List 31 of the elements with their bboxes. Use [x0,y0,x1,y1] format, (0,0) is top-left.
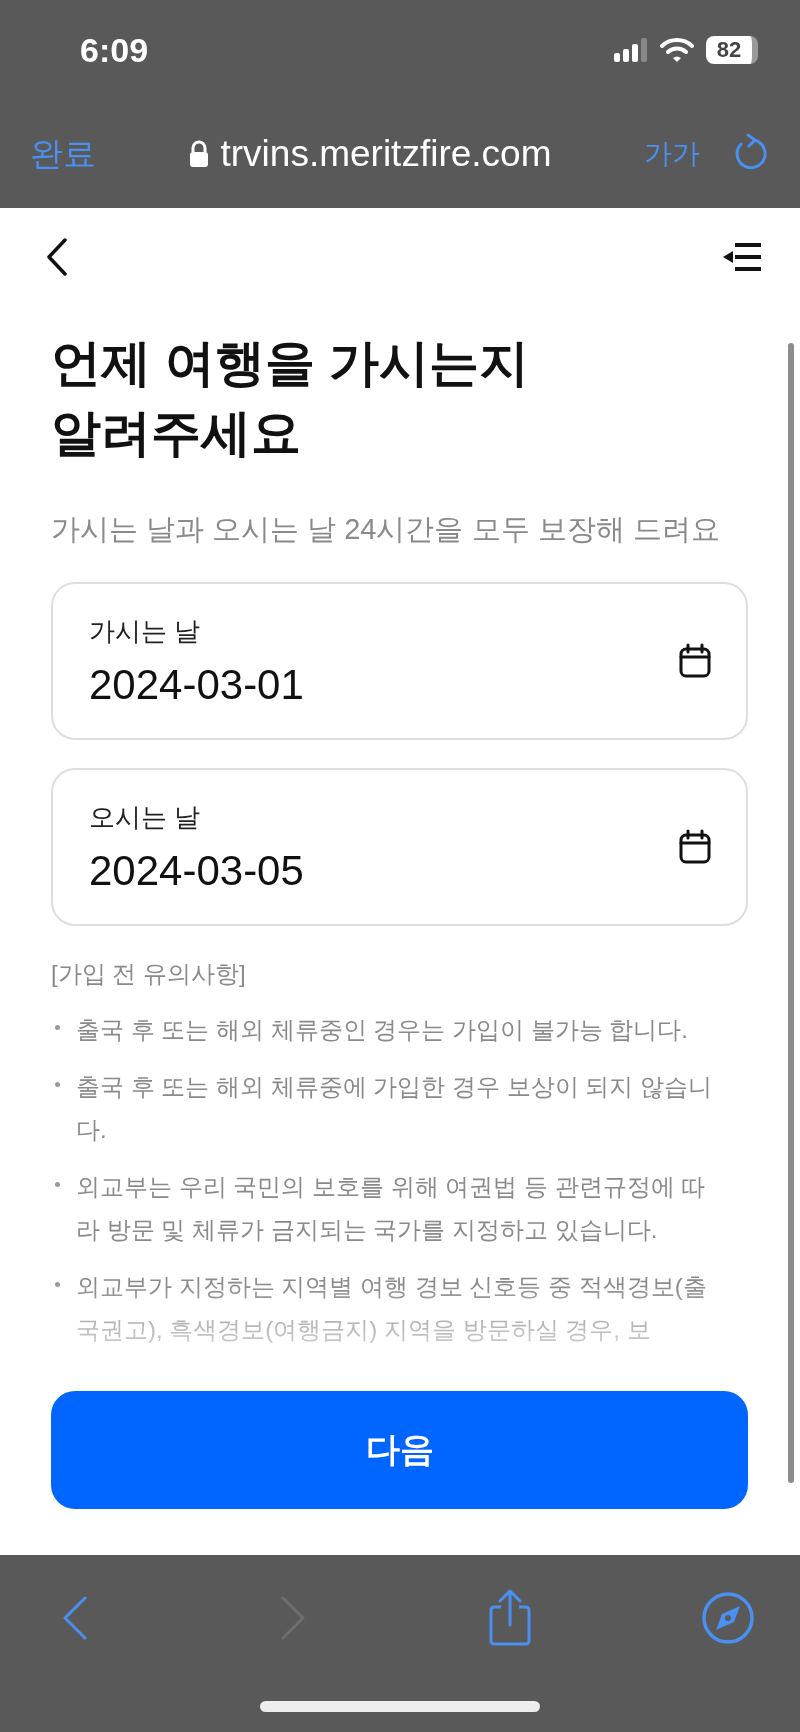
field-value: 2024-03-01 [89,660,304,709]
share-icon[interactable] [487,1589,534,1647]
menu-icon[interactable] [723,243,763,271]
note-text: 외교부는 우리 국민의 보호를 위해 여권법 등 관련규정에 따라 방문 및 체류가 금지되는 국가를 지정하고 있습니다. [76,1172,707,1245]
date-field[interactable]: 가시는 날 2024-03-01 [51,582,748,740]
bullet-icon [55,1025,60,1030]
calendar-icon[interactable] [678,643,712,679]
notes-heading: [가입 전 유의사항] [51,959,247,989]
note-text: 외교부가 지정하는 지역별 여행 경보 신호등 중 적색경보(출국권고), 흑색경보(여행금지) 지역을 방문하실 경우, 보 [76,1272,708,1345]
bullet-icon [55,1182,60,1187]
wifi-icon [660,37,694,63]
next-button[interactable]: 다음 [51,1391,748,1509]
url-text[interactable]: trvins.meritzfire.com [220,133,552,175]
lock-icon [188,140,209,168]
scrollbar[interactable] [788,343,794,1483]
field-value: 2024-03-05 [89,846,304,895]
date-field[interactable]: 오시는 날 2024-03-05 [51,768,748,926]
field-label: 오시는 날 [89,800,202,834]
battery-icon: 82 [706,36,758,64]
bullet-icon [55,1082,60,1087]
page-title: 언제 여행을 가시는지 알려주세요 [51,334,530,463]
note-text: 출국 후 또는 해외 체류중인 경우는 가입이 불가능 합니다. [76,1015,689,1045]
back-icon[interactable] [46,238,68,276]
field-label: 가시는 날 [89,614,202,648]
subtitle: 가시는 날과 오시는 날 24시간을 모두 보장해 드려요 [51,512,721,547]
signal-icon [614,38,648,62]
compass-icon[interactable] [700,1591,755,1645]
note-text: 출국 후 또는 해외 체류중에 가입한 경우 보상이 되지 않습니다. [76,1072,713,1145]
status-time: 6:09 [80,30,149,70]
calendar-icon[interactable] [678,829,712,865]
bullet-icon [55,1282,60,1287]
